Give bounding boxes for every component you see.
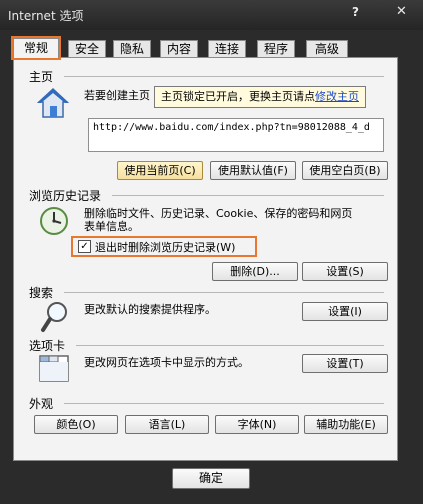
change-homepage-link[interactable]: 修改主页 [315, 90, 359, 103]
history-description-line2: 表单信息。 [84, 220, 139, 233]
homepage-section-label: 主页 [29, 70, 54, 84]
use-default-button[interactable]: 使用默认值(F) [210, 161, 296, 180]
history-settings-button[interactable]: 设置(S) [302, 262, 388, 281]
search-divider [64, 292, 384, 293]
languages-button[interactable]: 语言(L) [125, 415, 209, 434]
tab-advanced[interactable]: 高级 [306, 40, 348, 57]
title-bar: Internet 选项 ? ✕ [0, 0, 423, 30]
home-icon [37, 87, 69, 118]
delete-on-exit-option[interactable]: ✓ 退出时删除浏览历史记录(W) [71, 236, 257, 257]
history-section-label: 浏览历史记录 [29, 189, 102, 203]
accessibility-button[interactable]: 辅助功能(E) [304, 415, 388, 434]
checkmark-icon[interactable]: ✓ [78, 240, 91, 253]
delete-on-exit-label: 退出时删除浏览历史记录(W) [95, 240, 236, 254]
close-icon[interactable]: ✕ [396, 4, 407, 19]
history-divider [112, 195, 384, 196]
appearance-divider [64, 403, 384, 404]
window-title: Internet 选项 [8, 9, 84, 23]
delete-history-button[interactable]: 删除(D)... [212, 262, 298, 281]
tabs-description: 更改网页在选项卡中显示的方式。 [84, 356, 249, 369]
search-magnifier-icon [41, 302, 67, 332]
homepage-instruction: 若要创建主页 [84, 89, 150, 102]
homepage-url-value: http://www.baidu.com/index.php?tn=980120… [93, 122, 370, 133]
search-description: 更改默认的搜索提供程序。 [84, 303, 216, 316]
tabs-section-label: 选项卡 [29, 339, 66, 353]
appearance-section-label: 外观 [29, 397, 54, 411]
colors-button[interactable]: 颜色(O) [34, 415, 118, 434]
tabs-window-icon [39, 355, 69, 382]
search-section-label: 搜索 [29, 286, 54, 300]
fonts-button[interactable]: 字体(N) [215, 415, 299, 434]
tab-connections[interactable]: 连接 [208, 40, 246, 57]
tab-general[interactable]: 常规 [11, 36, 61, 60]
history-clock-icon [40, 207, 68, 235]
tabs-settings-button[interactable]: 设置(T) [302, 354, 388, 373]
tooltip-text: 主页锁定已开启，更换主页请点 [161, 90, 315, 103]
ok-button[interactable]: 确定 [172, 468, 250, 489]
history-description-line1: 删除临时文件、历史记录、Cookie、保存的密码和网页 [84, 207, 353, 220]
tabs-divider [76, 345, 384, 346]
homepage-url-field[interactable]: http://www.baidu.com/index.php?tn=980120… [88, 118, 384, 152]
homepage-divider [64, 76, 384, 77]
help-button[interactable]: ? [352, 5, 359, 19]
use-current-button[interactable]: 使用当前页(C) [117, 161, 203, 180]
search-settings-button[interactable]: 设置(I) [302, 302, 388, 321]
use-blank-button[interactable]: 使用空白页(B) [302, 161, 388, 180]
tab-privacy[interactable]: 隐私 [113, 40, 151, 57]
tab-programs[interactable]: 程序 [257, 40, 295, 57]
tab-security[interactable]: 安全 [68, 40, 106, 57]
homepage-lock-tooltip: 主页锁定已开启，更换主页请点修改主页 [154, 86, 366, 108]
tab-content[interactable]: 内容 [160, 40, 198, 57]
general-panel: 主页 若要创建主页 主页锁定已开启，更换主页请点修改主页 http://www.… [13, 57, 398, 461]
